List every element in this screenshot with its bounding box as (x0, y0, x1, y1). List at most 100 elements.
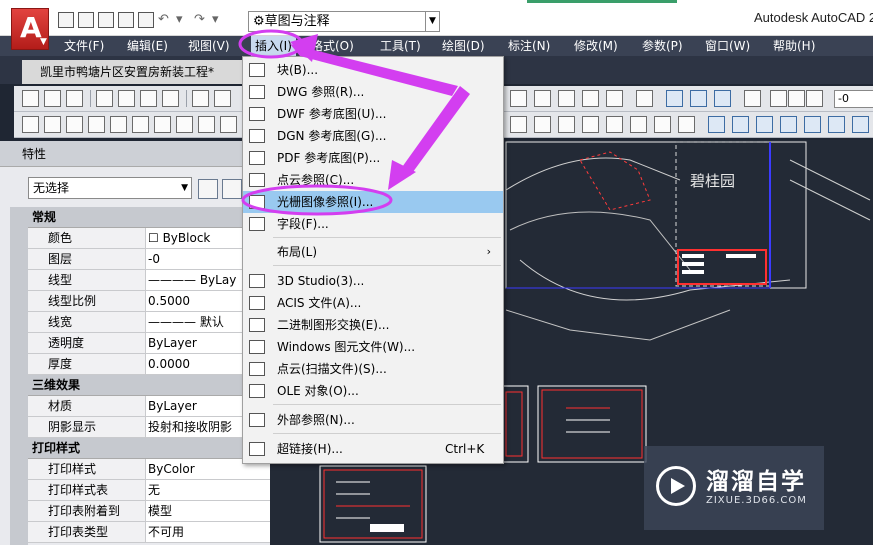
property-row[interactable]: 透明度 ByLayer (28, 333, 270, 354)
menu-item-ole-object[interactable]: OLE 对象(O)... (243, 380, 503, 402)
menu-dimension[interactable]: 标注(N) (508, 36, 550, 56)
cut-icon[interactable] (192, 90, 209, 107)
property-row[interactable]: 打印样式表无 (28, 480, 270, 501)
polyline-icon[interactable] (66, 116, 83, 133)
menu-item-pdf-underlay[interactable]: PDF 参考底图(P)... (243, 147, 503, 169)
property-row[interactable]: 线型比例 0.5000 (28, 291, 270, 312)
spell-check-icon[interactable] (558, 116, 575, 133)
circle-icon[interactable] (154, 116, 171, 133)
print-icon[interactable] (138, 12, 154, 28)
menu-item-external-reference[interactable]: 外部参照(N)... (243, 409, 503, 431)
text-scale-icon[interactable] (606, 116, 623, 133)
redo-icon[interactable]: ↷ (194, 12, 208, 28)
menu-help[interactable]: 帮助(H) (773, 36, 815, 56)
save-icon[interactable] (98, 12, 114, 28)
properties-icon[interactable] (714, 90, 731, 107)
undo-dropdown-icon[interactable]: ▾ (176, 12, 190, 28)
revision-cloud-icon[interactable] (176, 116, 193, 133)
lock-icon[interactable] (806, 90, 823, 107)
document-tab[interactable]: 凯里市鸭塘片区安置房新装工程* (22, 60, 246, 84)
copy-icon[interactable] (214, 90, 231, 107)
new-icon[interactable] (58, 12, 74, 28)
undo-icon[interactable]: ↶ (158, 12, 172, 28)
sun-icon[interactable] (788, 90, 805, 107)
select-objects-icon[interactable] (222, 179, 242, 199)
publish-icon[interactable] (140, 90, 157, 107)
layer-select[interactable]: -0 (834, 90, 873, 108)
ellipse-icon[interactable] (220, 116, 237, 133)
rectangle-icon[interactable] (110, 116, 127, 133)
menu-item-hyperlink[interactable]: 超链接(H)... Ctrl+K (243, 438, 503, 460)
redo-dropdown-icon[interactable]: ▾ (212, 12, 226, 28)
menu-item-binary-drawing-exchange[interactable]: 二进制图形交换(E)... (243, 314, 503, 336)
table-icon[interactable] (510, 90, 527, 107)
property-row[interactable]: 打印样式 ByColor (28, 459, 270, 480)
help-icon[interactable] (636, 90, 653, 107)
property-row[interactable]: 线型 ———— ByLay (28, 270, 270, 291)
design-center-icon[interactable] (534, 90, 551, 107)
open-icon[interactable] (44, 90, 61, 107)
print-preview-icon[interactable] (118, 90, 135, 107)
calculator-icon[interactable] (606, 90, 623, 107)
open-icon[interactable] (78, 12, 94, 28)
property-row[interactable]: 颜色 ☐ ByBlock (28, 228, 270, 249)
category-plot-style[interactable]: 打印样式 (28, 438, 270, 459)
property-row[interactable]: 厚度 0.0000 (28, 354, 270, 375)
menu-item-field[interactable]: 字段(F)... (243, 213, 503, 235)
menu-item-point-cloud-scan[interactable]: 点云(扫描文件)(S)... (243, 358, 503, 380)
workspace-select[interactable]: ⚙草图与注释 ▼ (248, 11, 440, 32)
line-icon[interactable] (22, 116, 39, 133)
menu-item-dgn-underlay[interactable]: DGN 参考底图(G)... (243, 125, 503, 147)
menu-tools[interactable]: 工具(T) (380, 36, 421, 56)
menu-format[interactable]: 格式(O) (311, 36, 354, 56)
markup-icon[interactable] (666, 90, 683, 107)
menu-item-block[interactable]: 块(B)... (243, 59, 503, 81)
category-3d-effects[interactable]: 三维效果 (28, 375, 270, 396)
find-replace-icon[interactable] (582, 116, 599, 133)
menu-item-3d-studio[interactable]: 3D Studio(3)... (243, 270, 503, 292)
tool-palette-icon[interactable] (558, 90, 575, 107)
globe-icon[interactable] (162, 90, 179, 107)
property-row[interactable]: 材质 ByLayer (28, 396, 270, 417)
arc-icon[interactable] (132, 116, 149, 133)
construction-line-icon[interactable] (44, 116, 61, 133)
menu-item-dwf-underlay[interactable]: DWF 参考底图(U)... (243, 103, 503, 125)
lightbulb-icon[interactable] (770, 90, 787, 107)
table-style-icon[interactable] (654, 116, 671, 133)
menu-file[interactable]: 文件(F) (64, 36, 104, 56)
property-row[interactable]: 线宽 ———— 默认 (28, 312, 270, 333)
text-align-icon[interactable] (678, 116, 695, 133)
polygon-icon[interactable] (88, 116, 105, 133)
offset-icon[interactable] (780, 116, 797, 133)
array-icon[interactable] (804, 116, 821, 133)
menu-item-windows-metafile[interactable]: Windows 图元文件(W)... (243, 336, 503, 358)
sheet-set-icon[interactable] (582, 90, 599, 107)
menu-item-dwg-reference[interactable]: DWG 参照(R)... (243, 81, 503, 103)
layer-properties-icon[interactable] (744, 90, 761, 107)
property-value[interactable]: 模型 (146, 501, 270, 521)
save-icon[interactable] (66, 90, 83, 107)
print-icon[interactable] (96, 90, 113, 107)
rotate-icon[interactable] (852, 116, 869, 133)
menu-insert[interactable]: 插入(I) (251, 36, 296, 56)
property-value[interactable]: 不可用 (146, 522, 270, 542)
copy-object-icon[interactable] (732, 116, 749, 133)
spline-icon[interactable] (198, 116, 215, 133)
property-row[interactable]: 图层 -0 (28, 249, 270, 270)
menu-item-raster-image-reference[interactable]: 光栅图像参照(I)... (243, 191, 503, 213)
property-row[interactable]: 打印表类型 不可用 (28, 522, 270, 543)
menu-item-layout[interactable]: 布局(L) › (243, 241, 503, 263)
menu-modify[interactable]: 修改(M) (574, 36, 618, 56)
property-row[interactable]: 阴影显示 投射和接收阴影 (28, 417, 270, 438)
menu-parameters[interactable]: 参数(P) (642, 36, 683, 56)
save-as-icon[interactable] (118, 12, 134, 28)
menu-item-point-cloud-reference[interactable]: 点云参照(C)... (243, 169, 503, 191)
menu-draw[interactable]: 绘图(D) (442, 36, 485, 56)
menu-view[interactable]: 视图(V) (188, 36, 230, 56)
mirror-icon[interactable] (756, 116, 773, 133)
property-row[interactable]: 打印表附着到 模型 (28, 501, 270, 522)
selection-select[interactable]: 无选择 ▼ (28, 177, 192, 199)
text-justify-icon[interactable] (630, 116, 647, 133)
menu-edit[interactable]: 编辑(E) (127, 36, 168, 56)
new-icon[interactable] (22, 90, 39, 107)
